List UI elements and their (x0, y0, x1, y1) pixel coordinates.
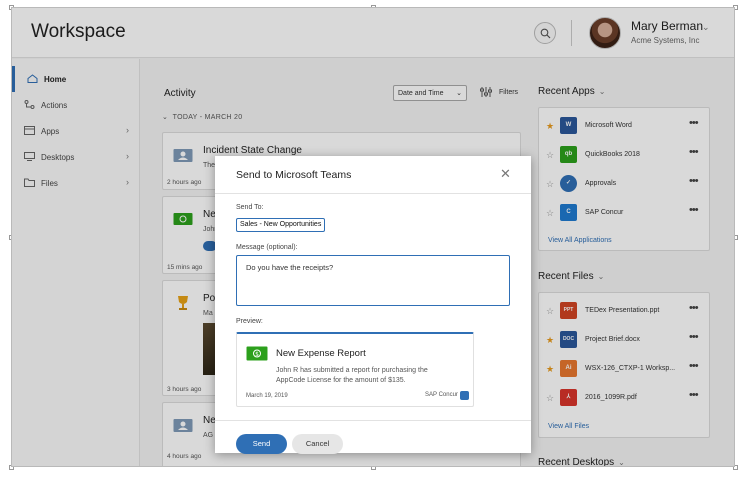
dialog-divider (215, 193, 531, 194)
cancel-button[interactable]: Cancel (292, 434, 343, 454)
money-icon: $ (246, 346, 268, 361)
send-to-label: Send To: (236, 204, 264, 211)
preview-label: Preview: (236, 318, 263, 325)
dialog-divider (215, 420, 531, 421)
message-preview: $ New Expense Report John R has submitte… (236, 332, 474, 407)
preview-date: March 19, 2019 (246, 393, 288, 399)
workspace-window: Workspace Mary Berman Acme Systems, Inc … (11, 7, 735, 467)
close-icon[interactable]: ✕ (500, 166, 511, 182)
svg-text:$: $ (255, 351, 259, 358)
message-field[interactable]: Do you have the receipts? (236, 255, 510, 306)
preview-title: New Expense Report (276, 348, 366, 359)
preview-source: SAP Concur (425, 392, 458, 398)
dialog-title: Send to Microsoft Teams (236, 169, 352, 181)
recipient-chip[interactable]: Sales - New Opportunities (236, 218, 326, 232)
preview-body: John R has submitted a report for purcha… (276, 367, 428, 384)
concur-icon (460, 391, 469, 400)
message-label: Message (optional): (236, 244, 298, 251)
send-to-teams-dialog: Send to Microsoft Teams ✕ Send To: Sales… (215, 156, 531, 454)
send-button[interactable]: Send (236, 434, 287, 454)
